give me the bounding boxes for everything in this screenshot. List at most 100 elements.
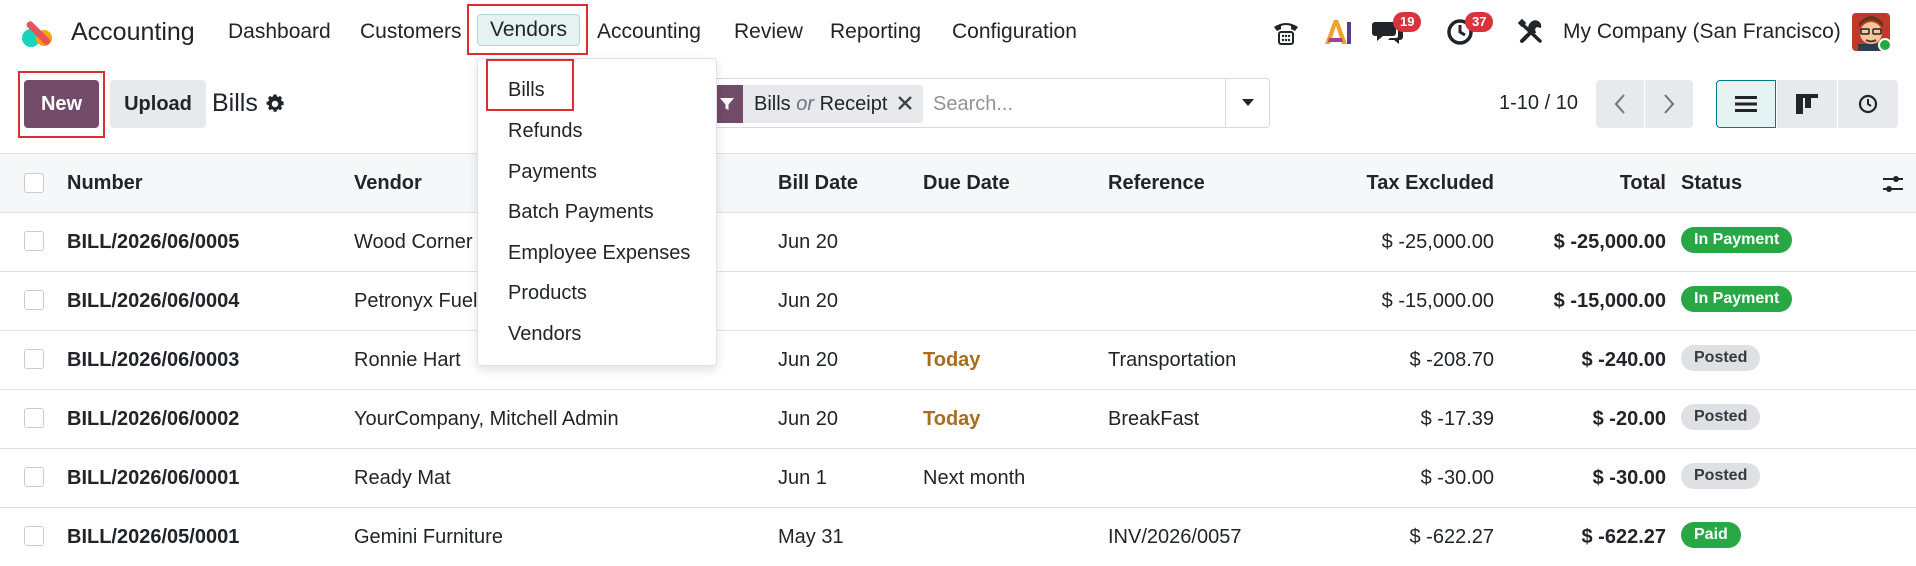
cell-tax-excluded: $ -208.70 (1409, 349, 1494, 371)
row-checkbox[interactable] (24, 349, 44, 369)
table-row[interactable]: BILL/2026/06/0001 Ready Mat Jun 1 Next m… (0, 449, 1916, 508)
row-checkbox[interactable] (24, 408, 44, 428)
cell-due-date: Next month (923, 467, 1026, 489)
dropdown-item-bills[interactable]: Bills (508, 79, 545, 102)
row-checkbox[interactable] (24, 231, 44, 251)
new-button[interactable]: New (24, 80, 99, 128)
dropdown-item-payments[interactable]: Payments (508, 161, 597, 184)
facet-or: or (796, 92, 815, 115)
cell-tax-excluded: $ -17.39 (1420, 408, 1494, 430)
table-row[interactable]: BILL/2026/06/0005 Wood Corner Jun 20 $ -… (0, 213, 1916, 272)
gear-icon[interactable] (264, 93, 286, 115)
search-input[interactable] (933, 87, 1173, 121)
dropdown-item-batch-payments[interactable]: Batch Payments (508, 201, 654, 224)
table-row[interactable]: BILL/2026/06/0002 YourCompany, Mitchell … (0, 390, 1916, 449)
cell-bill-date: Jun 20 (778, 349, 839, 371)
dropdown-item-vendors[interactable]: Vendors (508, 323, 581, 346)
chevron-right-icon[interactable] (1645, 80, 1693, 128)
company-switcher[interactable]: My Company (San Francisco) (1563, 20, 1841, 44)
select-all-checkbox[interactable] (24, 173, 44, 193)
menu-configuration[interactable]: Configuration (952, 20, 1077, 44)
cell-number: BILL/2026/06/0005 (67, 231, 240, 253)
cell-number: BILL/2026/06/0004 (67, 290, 240, 312)
dropdown-item-products[interactable]: Products (508, 282, 587, 305)
close-icon[interactable] (897, 91, 923, 117)
dropdown-item-refunds[interactable]: Refunds (508, 120, 583, 143)
table-row[interactable]: BILL/2026/05/0001 Gemini Furniture May 3… (0, 508, 1916, 566)
app-logo-icon[interactable] (20, 14, 56, 50)
row-checkbox[interactable] (24, 526, 44, 546)
cell-number: BILL/2026/06/0001 (67, 467, 240, 489)
chevron-left-icon[interactable] (1596, 80, 1644, 128)
cell-bill-date: Jun 20 (778, 408, 839, 430)
phone-icon[interactable] (1268, 12, 1304, 52)
cell-total: $ -240.00 (1581, 349, 1666, 371)
row-checkbox[interactable] (24, 290, 44, 310)
table-row[interactable]: BILL/2026/06/0004 Petronyx Fuel Jun 20 $… (0, 272, 1916, 331)
table-row[interactable]: BILL/2026/06/0003 Ronnie Hart Jun 20 Tod… (0, 331, 1916, 390)
header-number[interactable]: Number (67, 172, 143, 195)
cell-total: $ -15,000.00 (1553, 290, 1666, 312)
messages-badge: 19 (1393, 12, 1422, 32)
kanban-view-icon[interactable] (1777, 80, 1837, 128)
page-title: Bills (212, 89, 258, 117)
facet-label: Bills or Receipt (743, 93, 897, 116)
activity-view-icon[interactable] (1838, 80, 1898, 128)
cell-tax-excluded: $ -15,000.00 (1381, 290, 1494, 312)
menu-customers[interactable]: Customers (360, 20, 462, 44)
menu-dashboard[interactable]: Dashboard (228, 20, 331, 44)
cell-total: $ -20.00 (1592, 408, 1666, 430)
search-bar: Bills or Receipt (710, 78, 1270, 128)
cell-tax-excluded: $ -622.27 (1409, 526, 1494, 548)
menu-vendors[interactable]: Vendors (477, 14, 581, 46)
cell-total: $ -622.27 (1581, 526, 1666, 548)
tools-icon[interactable] (1514, 12, 1548, 52)
header-bill-date[interactable]: Bill Date (778, 172, 858, 195)
cell-vendor: Petronyx Fuel (354, 290, 478, 312)
cell-vendor: YourCompany, Mitchell Admin (354, 408, 619, 430)
search-facet: Bills or Receipt (711, 85, 924, 123)
top-navbar: Accounting Dashboard Customers Vendors A… (0, 0, 1916, 66)
status-badge: Posted (1681, 463, 1761, 489)
header-due-date[interactable]: Due Date (923, 172, 1010, 195)
cell-total: $ -30.00 (1592, 467, 1666, 489)
cell-vendor: Wood Corner (354, 231, 473, 253)
pager-value[interactable]: 1-10 / 10 (1499, 92, 1578, 115)
cell-due-date: Today (923, 408, 981, 430)
header-vendor[interactable]: Vendor (354, 172, 422, 195)
menu-review[interactable]: Review (734, 20, 803, 44)
cell-bill-date: Jun 1 (778, 467, 827, 489)
status-badge: In Payment (1681, 227, 1793, 253)
header-tax-excluded[interactable]: Tax Excluded (1300, 172, 1494, 195)
cell-reference: BreakFast (1108, 408, 1200, 430)
column-settings-icon[interactable] (1882, 174, 1904, 199)
caret-down-icon[interactable] (1225, 79, 1269, 127)
facet-value-receipt: Receipt (819, 92, 888, 115)
header-total[interactable]: Total (1520, 172, 1666, 195)
cell-tax-excluded: $ -25,000.00 (1381, 231, 1494, 253)
dropdown-item-employee-expenses[interactable]: Employee Expenses (508, 242, 690, 265)
cell-vendor: Ronnie Hart (354, 349, 461, 371)
status-badge: Paid (1681, 522, 1741, 548)
list-view-icon[interactable] (1716, 80, 1776, 128)
menu-reporting[interactable]: Reporting (830, 20, 921, 44)
cell-reference: Transportation (1108, 349, 1237, 371)
cell-reference: INV/2026/0057 (1108, 526, 1242, 548)
header-status[interactable]: Status (1681, 172, 1742, 195)
status-badge: Posted (1681, 404, 1761, 430)
status-badge: Posted (1681, 345, 1761, 371)
ai-icon[interactable] (1320, 12, 1356, 52)
app-name[interactable]: Accounting (71, 18, 195, 47)
vendors-dropdown-menu: Bills Refunds Payments Batch Payments Em… (477, 58, 717, 366)
user-status-indicator (1878, 38, 1892, 52)
cell-number: BILL/2026/06/0002 (67, 408, 240, 430)
row-checkbox[interactable] (24, 467, 44, 487)
facet-value-bills: Bills (754, 92, 791, 115)
cell-due-date: Today (923, 349, 981, 371)
cell-total: $ -25,000.00 (1553, 231, 1666, 253)
menu-accounting[interactable]: Accounting (597, 20, 701, 44)
upload-button[interactable]: Upload (110, 80, 206, 128)
cell-vendor: Gemini Furniture (354, 526, 503, 548)
header-reference[interactable]: Reference (1108, 172, 1205, 195)
cell-vendor: Ready Mat (354, 467, 451, 489)
